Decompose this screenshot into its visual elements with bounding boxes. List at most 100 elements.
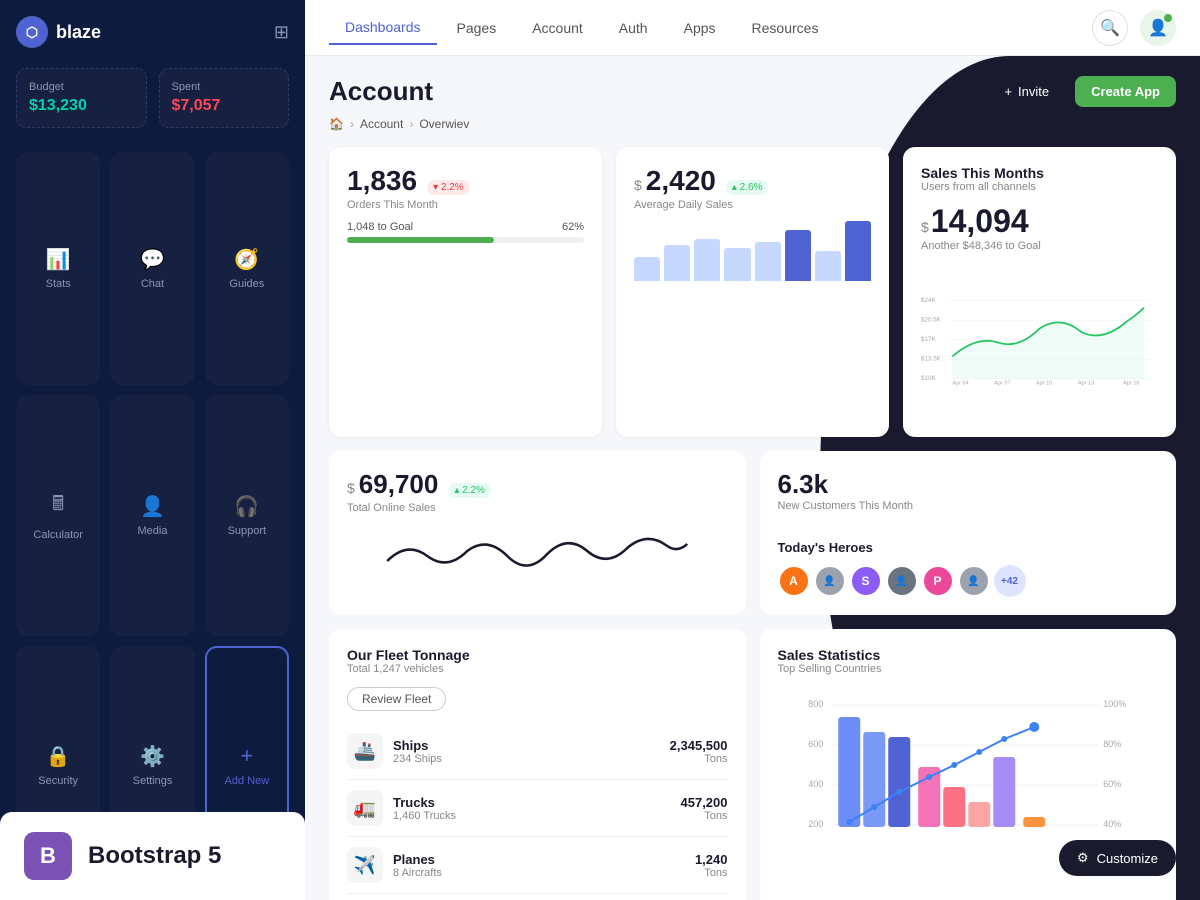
budget-row: Budget $13,230 Spent $7,057: [16, 68, 289, 128]
bar-8: [845, 221, 871, 281]
nav-pages[interactable]: Pages: [441, 12, 513, 44]
svg-text:Apr 10: Apr 10: [1036, 380, 1052, 386]
add-new-icon: +: [240, 743, 253, 769]
svg-text:$13.5K: $13.5K: [921, 356, 942, 363]
svg-text:800: 800: [808, 699, 823, 709]
security-label: Security: [38, 775, 78, 787]
create-app-button[interactable]: Create App: [1075, 76, 1176, 107]
bar-6: [785, 230, 811, 281]
trucks-name: Trucks: [393, 795, 456, 810]
progress-row: 1,048 to Goal 62%: [347, 221, 584, 233]
settings-label: Settings: [133, 775, 173, 787]
customers-value: 6.3k: [778, 469, 914, 500]
svg-text:600: 600: [808, 739, 823, 749]
online-label: Total Online Sales: [347, 502, 728, 514]
plus-icon: +: [1004, 84, 1012, 99]
fleet-card: Our Fleet Tonnage Total 1,247 vehicles R…: [329, 629, 746, 900]
bootstrap-badge: B Bootstrap 5: [0, 812, 305, 900]
security-icon: 🔒: [46, 744, 71, 769]
budget-label: Budget: [29, 81, 134, 93]
topnav-right: 🔍 👤: [1092, 10, 1176, 46]
notification-button[interactable]: 👤: [1140, 10, 1176, 46]
planes-value: 1,240 Tons: [695, 852, 728, 879]
daily-sales-card: $ 2,420 ▴ 2.6% Average Daily Sales: [616, 147, 889, 437]
main-content: Dashboards Pages Account Auth Apps Resou…: [305, 0, 1200, 900]
bar-7: [815, 251, 841, 281]
avatar-count: +42: [994, 565, 1026, 597]
customize-icon: ⚙: [1077, 850, 1089, 866]
fleet-sub: Total 1,247 vehicles: [347, 663, 728, 675]
stats-label: Stats: [46, 278, 71, 290]
notification-dot: [1164, 14, 1172, 22]
orders-value: 1,836: [347, 165, 417, 197]
chat-label: Chat: [141, 278, 164, 290]
nav-resources[interactable]: Resources: [736, 12, 835, 44]
sales-goal: Another $48,346 to Goal: [921, 240, 1158, 252]
online-sales-card: $ 69,700 ▴ 2.2% Total Online Sales: [329, 451, 746, 615]
progress-pct: 62%: [562, 221, 584, 233]
breadcrumb-sep1: ›: [350, 117, 354, 131]
avatar-1: A: [778, 565, 810, 597]
support-label: Support: [228, 525, 267, 537]
nav-dashboards[interactable]: Dashboards: [329, 11, 437, 45]
sales-big-num: 14,094: [931, 203, 1029, 240]
breadcrumb: 🏠 › Account › Overwiev: [329, 117, 1176, 131]
fleet-item-trains: 🚂 Trains 804,300: [347, 894, 728, 900]
bar-2: [664, 245, 690, 281]
search-button[interactable]: 🔍: [1092, 10, 1128, 46]
fleet-title: Our Fleet Tonnage: [347, 647, 728, 663]
menu-icon[interactable]: ⊞: [274, 22, 289, 43]
breadcrumb-account[interactable]: Account: [360, 117, 403, 131]
page-content: Account + Invite Create App 🏠 › Account …: [305, 56, 1200, 900]
orders-label: Orders This Month: [347, 199, 584, 211]
customers-label: New Customers This Month: [778, 500, 914, 512]
wave-chart: [347, 526, 728, 586]
sidebar-item-calculator[interactable]: 🖩 Calculator: [16, 395, 100, 637]
bottom-row: Our Fleet Tonnage Total 1,247 vehicles R…: [329, 629, 1176, 900]
progress-bar-bg: [347, 237, 584, 243]
sales-stats-sub: Top Selling Countries: [778, 663, 1159, 675]
svg-text:80%: 80%: [1103, 739, 1121, 749]
invite-label: Invite: [1018, 84, 1049, 99]
fleet-item-trucks: 🚛 Trucks 1,460 Trucks 457,200 Tons: [347, 780, 728, 837]
sidebar-logo: ⬡ blaze: [16, 16, 101, 48]
page-title: Account: [329, 76, 433, 107]
sidebar-item-support[interactable]: 🎧 Support: [205, 395, 289, 637]
customize-button[interactable]: ⚙ Customize: [1059, 840, 1176, 876]
bootstrap-letter: B: [40, 843, 56, 869]
bar-5: [755, 242, 781, 281]
planes-unit: Tons: [695, 867, 728, 879]
nav-account[interactable]: Account: [516, 12, 599, 44]
bar-1: [634, 257, 660, 281]
planes-name: Planes: [393, 852, 442, 867]
avatar-photo-1: 👤: [814, 565, 846, 597]
sidebar-item-chat[interactable]: 💬 Chat: [110, 152, 194, 385]
breadcrumb-home[interactable]: 🏠: [329, 117, 344, 131]
support-icon: 🎧: [234, 494, 259, 519]
trucks-unit: Tons: [681, 810, 728, 822]
svg-text:100%: 100%: [1103, 699, 1126, 709]
avatar-3: P: [922, 565, 954, 597]
budget-value: $13,230: [29, 97, 134, 115]
sidebar-item-stats[interactable]: 📊 Stats: [16, 152, 100, 385]
ships-sub: 234 Ships: [393, 753, 442, 765]
sidebar-item-media[interactable]: 👤 Media: [110, 395, 194, 637]
online-dollar: $: [347, 480, 355, 496]
svg-text:$24K: $24K: [921, 297, 936, 304]
sidebar-item-guides[interactable]: 🧭 Guides: [205, 152, 289, 385]
ships-num: 2,345,500: [670, 738, 728, 753]
invite-button[interactable]: + Invite: [988, 76, 1065, 107]
logo-icon: ⬡: [16, 16, 48, 48]
svg-text:$17K: $17K: [921, 336, 936, 343]
nav-apps[interactable]: Apps: [668, 12, 732, 44]
nav-auth[interactable]: Auth: [603, 12, 664, 44]
logo-text: blaze: [56, 22, 101, 43]
sales-month-title: Sales This Months: [921, 165, 1158, 181]
spent-label: Spent: [172, 81, 277, 93]
daily-sales-value: 2,420: [646, 165, 716, 197]
planes-sub: 8 Aircrafts: [393, 867, 442, 879]
media-icon: 👤: [140, 494, 165, 519]
customize-label: Customize: [1097, 851, 1158, 866]
review-fleet-button[interactable]: Review Fleet: [347, 687, 446, 711]
svg-text:40%: 40%: [1103, 819, 1121, 829]
